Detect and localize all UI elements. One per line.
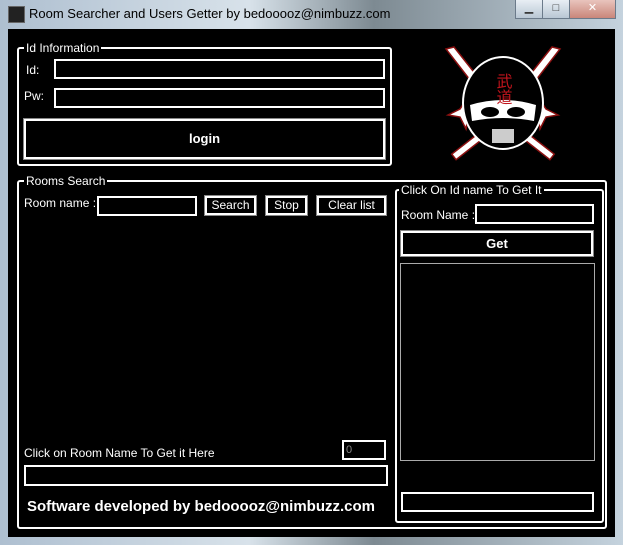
selected-room-input[interactable] <box>24 465 388 486</box>
rooms-list[interactable] <box>24 222 386 437</box>
get-id-legend: Click On Id name To Get It <box>399 183 544 197</box>
id-input[interactable] <box>54 59 385 79</box>
room-name-input[interactable] <box>97 196 197 216</box>
rooms-search-legend: Rooms Search <box>24 174 108 188</box>
room-count-field[interactable]: 0 <box>342 440 386 460</box>
search-button[interactable]: Search <box>204 195 257 216</box>
login-button[interactable]: login <box>23 118 386 160</box>
getter-result-input[interactable] <box>401 492 594 512</box>
get-id-group: Click On Id name To Get It Room Name : G… <box>395 183 604 523</box>
get-button[interactable]: Get <box>400 230 594 257</box>
id-information-legend: Id Information <box>24 41 102 55</box>
getter-room-name-label: Room Name : <box>401 208 476 222</box>
pw-label: Pw: <box>24 89 45 103</box>
close-button[interactable]: ✕ <box>569 0 616 19</box>
id-information-group: Id Information Id: Pw: login <box>17 41 392 166</box>
footer-credit: Software developed by bedooooz@nimbuzz.c… <box>27 498 375 515</box>
window-title: Room Searcher and Users Getter by bedooo… <box>29 6 391 21</box>
ids-list[interactable] <box>400 263 595 461</box>
stop-button[interactable]: Stop <box>265 195 308 216</box>
getter-room-name-input[interactable] <box>475 204 594 224</box>
room-name-label: Room name : <box>24 196 97 210</box>
ninja-skull-logo: 武道 <box>444 46 562 161</box>
logo-kanji: 武道 <box>494 73 513 105</box>
id-label: Id: <box>26 63 40 77</box>
rooms-search-group: Rooms Search Room name : Search Stop Cle… <box>17 174 607 529</box>
client-area: Id Information Id: Pw: login 武道 Rooms Se… <box>8 29 615 537</box>
clear-list-button[interactable]: Clear list <box>316 195 387 216</box>
minimize-button[interactable]: ▁ <box>515 0 543 19</box>
app-icon <box>8 6 25 23</box>
room-hint-label: Click on Room Name To Get it Here <box>24 446 215 460</box>
pw-input[interactable] <box>54 88 385 108</box>
maximize-button[interactable]: □ <box>542 0 570 19</box>
app-window: Room Searcher and Users Getter by bedooo… <box>0 0 623 545</box>
